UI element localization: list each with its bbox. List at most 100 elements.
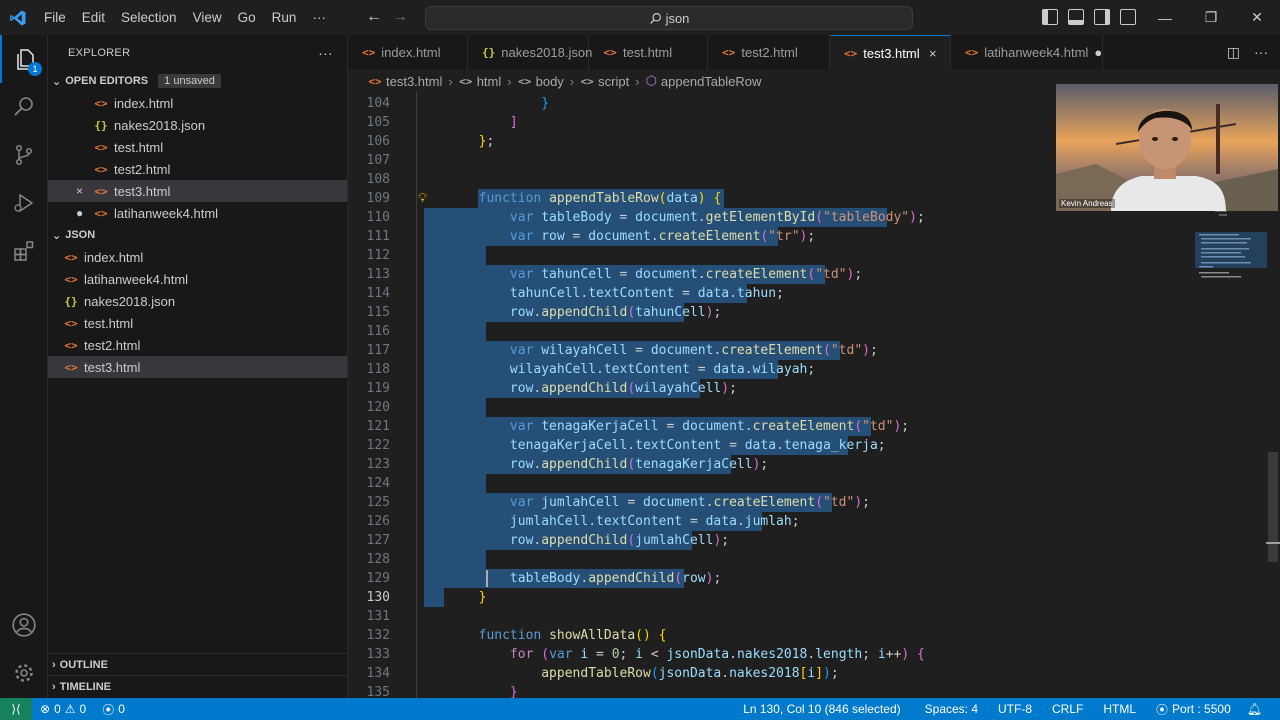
line-number: 114	[366, 286, 390, 301]
restore-icon[interactable]: ❐	[1188, 0, 1234, 35]
open-editor-item[interactable]: <> index.html	[48, 92, 347, 114]
code-line: 119 row.appendChild(wilayahCell);	[348, 379, 1280, 398]
notifications[interactable]: 🔔︎	[1239, 702, 1270, 716]
minimize-icon[interactable]: —	[1142, 0, 1188, 35]
tab-test3-html[interactable]: <> test3.html ×	[830, 35, 951, 70]
bell-icon: 🔔︎	[1246, 702, 1262, 716]
file-tree-item[interactable]: {} nakes2018.json	[48, 290, 347, 312]
back-arrow-icon[interactable]: ←	[366, 8, 382, 26]
breadcrumb-function[interactable]: appendTableRow	[661, 74, 761, 89]
source-control-activity[interactable]	[0, 131, 48, 179]
code-line: 117 var wilayahCell = document.createEle…	[348, 341, 1280, 360]
html-file-icon: <>	[94, 206, 108, 220]
toggle-primary-sidebar-icon[interactable]	[1042, 9, 1058, 25]
customize-layout-icon[interactable]	[1120, 9, 1136, 25]
close-window-icon[interactable]: ✕	[1234, 0, 1280, 35]
ports-indicator[interactable]: ⦿ 0	[94, 701, 133, 718]
outline-section[interactable]: › OUTLINE	[48, 653, 348, 675]
chevron-right-icon: ›	[507, 73, 512, 89]
code-line: 135 }	[348, 683, 1280, 698]
scrollbar-thumb[interactable]	[1268, 452, 1278, 562]
tab-test-html[interactable]: <> test.html	[589, 35, 708, 70]
search-icon	[14, 97, 33, 116]
explorer-title: EXPLORER	[68, 46, 131, 59]
code-line: 132 function showAllData() {	[348, 626, 1280, 645]
lightbulb-icon[interactable]: 💡︎	[418, 190, 427, 206]
manage-activity[interactable]	[0, 649, 48, 697]
breadcrumb-script[interactable]: script	[598, 74, 629, 89]
file-tree-item[interactable]: <> latihanweek4.html	[48, 268, 347, 290]
file-tree-item[interactable]: <> test3.html	[48, 356, 347, 378]
close-icon[interactable]: ×	[76, 184, 83, 198]
line-ending[interactable]: CRLF	[1044, 702, 1091, 716]
menu-more[interactable]: ···	[304, 10, 334, 25]
tab-nakes2018-json[interactable]: {} nakes2018.json	[468, 35, 593, 70]
menu-view[interactable]: View	[185, 10, 230, 25]
menu-file[interactable]: File	[36, 10, 74, 25]
file-name: index.html	[84, 249, 144, 265]
breadcrumb-html[interactable]: html	[477, 74, 502, 89]
cursor-position[interactable]: Ln 130, Col 10 (846 selected)	[735, 702, 908, 716]
folder-tree: <> index.html <> latihanweek4.html {} nakes20…	[48, 246, 347, 378]
file-tree-item[interactable]: <> index.html	[48, 246, 347, 268]
breadcrumb-body[interactable]: body	[536, 74, 564, 89]
menu-go[interactable]: Go	[230, 10, 264, 25]
close-icon[interactable]: ×	[926, 46, 940, 61]
menu-selection[interactable]: Selection	[113, 10, 185, 25]
toggle-secondary-sidebar-icon[interactable]	[1094, 9, 1110, 25]
code-text: function showAllData() {	[478, 628, 667, 643]
open-editor-item[interactable]: × <> test3.html	[48, 180, 347, 202]
split-editor-icon[interactable]: ◫	[1227, 44, 1240, 61]
outline-label: OUTLINE	[59, 658, 108, 671]
indentation[interactable]: Spaces: 4	[917, 702, 986, 716]
command-center-search[interactable]: json	[425, 6, 913, 30]
webcam-overlay: Kevin Andreas	[1056, 84, 1278, 211]
json-folder-header[interactable]: ⌄ JSON	[48, 224, 347, 246]
tab-index-html[interactable]: <> index.html	[348, 35, 468, 70]
menu-run[interactable]: Run	[264, 10, 305, 25]
language-mode[interactable]: HTML	[1095, 702, 1144, 716]
timeline-section[interactable]: › TIMELINE	[48, 675, 348, 697]
open-editors-header[interactable]: ⌄ OPEN EDITORS 1 unsaved	[48, 70, 347, 92]
tab-label: nakes2018.json	[501, 45, 593, 60]
encoding[interactable]: UTF-8	[990, 702, 1040, 716]
explorer-more-icon[interactable]: ···	[318, 45, 333, 61]
run-debug-activity[interactable]	[0, 179, 48, 227]
participant-name: Kevin Andreas	[1059, 199, 1115, 208]
tab-test2-html[interactable]: <> test2.html	[708, 35, 830, 70]
port-label: Port : 5500	[1172, 702, 1231, 716]
tab-latihanweek4-html[interactable]: <> latihanweek4.html ●	[951, 35, 1103, 70]
open-editor-item[interactable]: {} nakes2018.json	[48, 114, 347, 136]
html-file-icon: <>	[64, 316, 78, 330]
remote-indicator[interactable]: ⟩⟨	[0, 698, 32, 720]
search-activity[interactable]	[0, 83, 48, 131]
timeline-label: TIMELINE	[59, 680, 112, 693]
line-number: 127	[366, 533, 390, 548]
file-tree-item[interactable]: <> test2.html	[48, 334, 347, 356]
file-tree-item[interactable]: <> test.html	[48, 312, 347, 334]
breadcrumb-file[interactable]: test3.html	[386, 74, 442, 89]
account-icon	[12, 613, 36, 637]
explorer-activity[interactable]: 1	[0, 35, 48, 83]
problems-indicator[interactable]: ⊗ 0 ⚠ 0	[32, 702, 94, 716]
extensions-activity[interactable]	[0, 227, 48, 275]
open-editor-item[interactable]: <> test.html	[48, 136, 347, 158]
open-editor-item[interactable]: <> test2.html	[48, 158, 347, 180]
json-file-icon: {}	[64, 294, 78, 308]
code-line: 120	[348, 398, 1280, 417]
tab-label: index.html	[381, 45, 441, 60]
gear-icon	[15, 664, 33, 682]
more-actions-icon[interactable]: ···	[1254, 44, 1268, 61]
code-text: tahunCell.textContent = data.tahun;	[509, 286, 784, 301]
menu-edit[interactable]: Edit	[74, 10, 113, 25]
code-text: row.appendChild(jumlahCell);	[509, 533, 730, 548]
toggle-panel-icon[interactable]	[1068, 9, 1084, 25]
html-file-icon: <>	[64, 338, 78, 352]
live-server-port[interactable]: ⦿ Port : 5500	[1148, 701, 1239, 718]
forward-arrow-icon[interactable]: →	[392, 8, 408, 26]
accounts-activity[interactable]	[0, 601, 48, 649]
unsaved-dot-icon[interactable]: ●	[76, 206, 83, 220]
code-text: var wilayahCell = document.createElement…	[509, 343, 878, 358]
open-editor-item[interactable]: ● <> latihanweek4.html	[48, 202, 347, 224]
unsaved-dot-icon[interactable]: ●	[1094, 45, 1102, 60]
